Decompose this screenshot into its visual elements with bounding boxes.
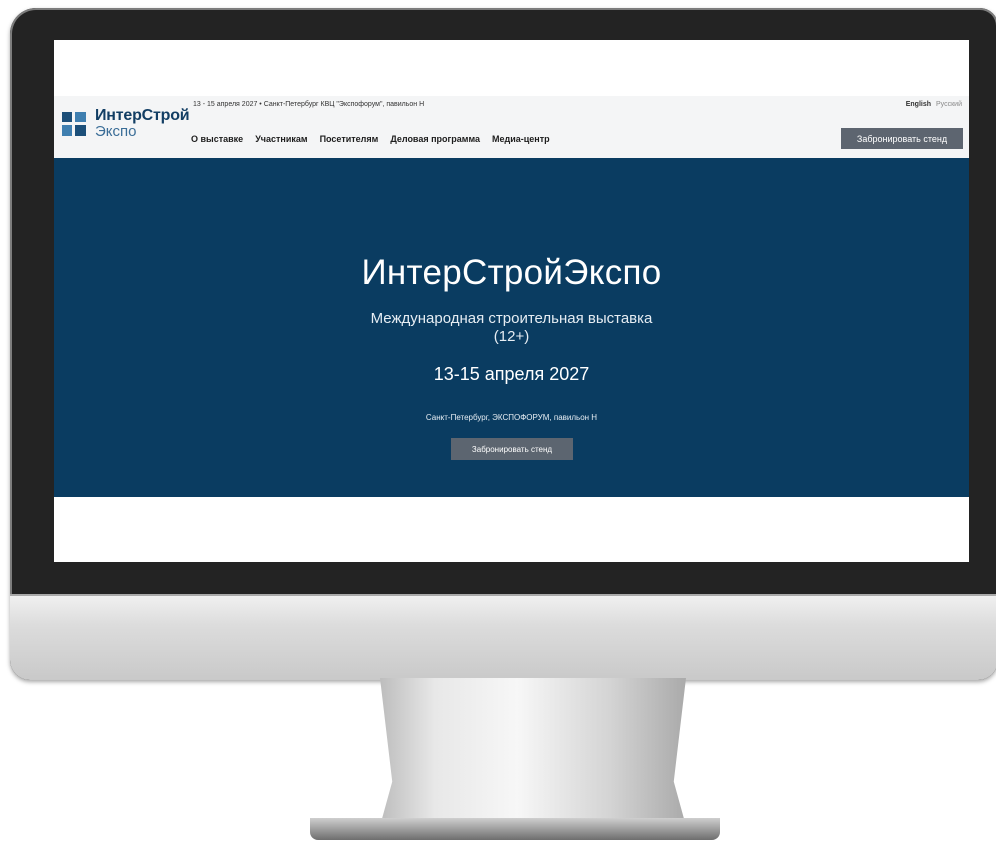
age-rating: (12+) bbox=[493, 328, 530, 345]
hero-banner: ИнтерСтройЭкспо Международная строительн… bbox=[54, 158, 969, 497]
logo-line2: Экспо bbox=[95, 123, 137, 140]
hero-dates: 13-15 апреля 2027 bbox=[433, 364, 590, 384]
nav-item-visitors[interactable]: Посетителям bbox=[320, 134, 379, 144]
logo-text: ИнтерСтрой Экспо bbox=[95, 107, 190, 140]
hero-location: Санкт-Петербург, ЭКСПОФОРУМ, павильон Н bbox=[425, 413, 598, 422]
monitor-stand bbox=[380, 678, 686, 826]
hero-subtitle-text: Международная строительная выставка bbox=[370, 310, 653, 327]
book-stand-button-header[interactable]: Забронировать стенд bbox=[841, 128, 963, 149]
language-switcher: English Русский bbox=[906, 101, 962, 108]
nav-item-about[interactable]: О выставке bbox=[191, 134, 243, 144]
logo[interactable]: ИнтерСтрой Экспо bbox=[62, 107, 190, 140]
nav-item-exhibitors[interactable]: Участникам bbox=[255, 134, 307, 144]
screen: ИнтерСтрой Экспо 13 - 15 апреля 2027 • С… bbox=[54, 40, 969, 562]
lang-russian-link[interactable]: Русский bbox=[936, 101, 962, 108]
site-header: ИнтерСтрой Экспо 13 - 15 апреля 2027 • С… bbox=[54, 96, 969, 158]
logo-icon bbox=[62, 112, 86, 136]
monitor-stand-base bbox=[310, 818, 720, 840]
lang-english-link[interactable]: English bbox=[906, 101, 931, 108]
hero-subtitle: Международная строительная выставка (12+… bbox=[54, 310, 969, 346]
nav-item-media-center[interactable]: Медиа-центр bbox=[492, 134, 550, 144]
main-nav: О выставке Участникам Посетителям Делова… bbox=[191, 134, 550, 144]
hero-title: ИнтерСтройЭкспо bbox=[361, 253, 662, 292]
book-stand-button-hero[interactable]: Забронировать стенд bbox=[451, 438, 573, 460]
nav-item-business-program[interactable]: Деловая программа bbox=[390, 134, 480, 144]
logo-line1: ИнтерСтрой bbox=[95, 107, 190, 124]
monitor-chin bbox=[10, 594, 996, 680]
event-info-line: 13 - 15 апреля 2027 • Санкт-Петербург КВ… bbox=[193, 101, 425, 108]
